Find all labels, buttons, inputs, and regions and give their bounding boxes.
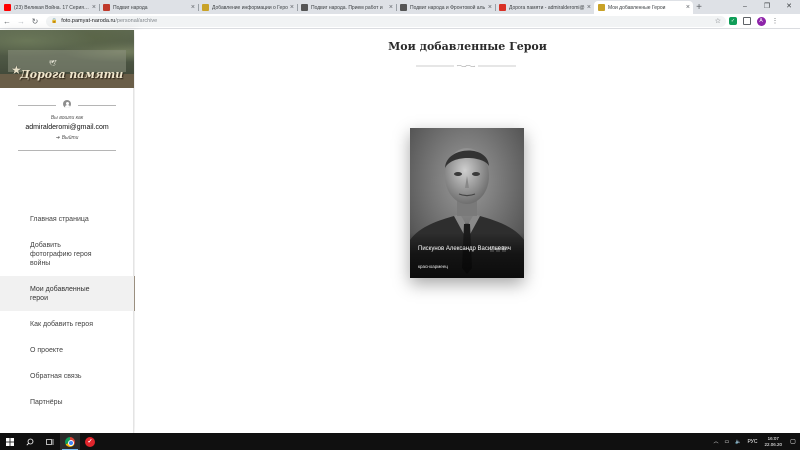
clock[interactable]: 16:07 22.06.20 (764, 436, 782, 448)
windows-start-icon[interactable] (0, 433, 20, 450)
clock-date: 22.06.20 (764, 441, 782, 447)
language-indicator[interactable]: РУС (747, 439, 757, 445)
extension-box-icon[interactable] (740, 14, 754, 28)
main-content: Мои добавленные Герои Пискунов Александр… (135, 30, 800, 433)
task-view-icon[interactable] (40, 433, 60, 450)
user-panel: Вы вошли как admiralderomi@gmail.com ➔ Вы… (0, 100, 134, 151)
tab-favicon-icon (499, 4, 506, 11)
tab-favicon-icon (400, 4, 407, 11)
tab-favicon-icon (4, 4, 11, 11)
page-title: Мои добавленные Герои (388, 40, 547, 53)
browser-toolbar: ← → ↻ 🔒 foto.pamyat-naroda.ru /personal/… (0, 14, 800, 29)
browser-tab[interactable]: Подвиг народа × (99, 1, 198, 14)
site-banner[interactable]: ★ 🕊 Дорога памяти (0, 30, 134, 88)
tab-title: Подвиг народа (113, 4, 148, 11)
tab-favicon-icon (103, 4, 110, 11)
browser-tab[interactable]: Подвиг народа и Фронтовой аль × (396, 1, 495, 14)
forward-icon[interactable]: → (14, 14, 28, 28)
hero-name: Пискунов Александр Васильевич (418, 246, 511, 252)
logout-link[interactable]: ➔ Выйти (0, 135, 134, 141)
sidebar: ★ 🕊 Дорога памяти Вы вошли как admiralde… (0, 30, 135, 433)
sidebar-menu-item[interactable]: О проекте (0, 337, 134, 363)
chrome-taskbar-icon[interactable] (60, 433, 80, 450)
tab-title: Подвиг народа и Фронтовой аль (410, 4, 486, 11)
taskbar: ✓ ︿ ▭ 🔈 РУС 16:07 22.06.20 ▢ (0, 433, 800, 450)
tab-title: Дорога памяти - admiralderomi@ (509, 4, 585, 11)
tab-close-icon[interactable]: × (686, 4, 690, 11)
sidebar-menu-item[interactable]: Партнёры (0, 389, 134, 415)
browser-tab[interactable]: Мои добавленные Герои × (594, 1, 693, 14)
dove-icon: 🕊 (49, 61, 57, 67)
tab-close-icon[interactable]: × (389, 4, 393, 11)
title-ornament (416, 64, 516, 68)
tab-favicon-icon (598, 4, 605, 11)
tab-favicon-icon (202, 4, 209, 11)
sidebar-menu-item[interactable]: Добавить фотографию героя войны (0, 232, 134, 276)
tab-title: Мои добавленные Герои (608, 4, 666, 11)
user-divider-bottom (18, 150, 116, 151)
tab-close-icon[interactable]: × (92, 4, 96, 11)
browser-tab[interactable]: (23) Великая Война. 17 Серия. Ка × (0, 1, 99, 14)
restore-icon[interactable]: ❐ (756, 0, 778, 12)
opera-taskbar-icon[interactable]: ✓ (80, 433, 100, 450)
lock-icon: 🔒 (51, 18, 58, 24)
reload-icon[interactable]: ↻ (28, 14, 42, 28)
site-logo: Дорога памяти (20, 68, 124, 81)
tab-close-icon[interactable]: × (488, 4, 492, 11)
tab-list: (23) Великая Война. 17 Серия. Ка × Подвиг … (0, 0, 693, 14)
sidebar-menu-item[interactable]: Как добавить героя (0, 311, 134, 337)
user-icon (63, 100, 71, 108)
tab-close-icon[interactable]: × (191, 4, 195, 11)
close-icon[interactable]: ✕ (778, 0, 800, 12)
volume-icon[interactable]: 🔈 (735, 439, 741, 445)
sidebar-menu-item[interactable]: Мои добавленные герои (0, 276, 135, 311)
logout-label: Выйти (61, 135, 79, 141)
notifications-icon[interactable]: ▢ (786, 433, 800, 450)
hero-caption-overlay (410, 233, 524, 278)
tab-close-icon[interactable]: × (587, 4, 591, 11)
address-bar[interactable]: 🔒 foto.pamyat-naroda.ru /personal/archiv… (46, 15, 726, 27)
login-as-label: Вы вошли как (50, 115, 84, 121)
tab-title: (23) Великая Война. 17 Серия. Ка (14, 4, 90, 11)
profile-avatar[interactable]: A (754, 14, 768, 28)
browser-tab[interactable]: Добавление информации о Геро × (198, 1, 297, 14)
window-controls: – ❐ ✕ (734, 0, 800, 12)
new-tab-button[interactable]: + (693, 1, 705, 14)
tab-title: Добавление информации о Геро (212, 4, 288, 11)
network-icon[interactable]: ▭ (724, 439, 729, 445)
minimize-icon[interactable]: – (734, 0, 756, 12)
hero-card[interactable]: Пискунов Александр Васильевич красноармее… (410, 128, 524, 278)
extension-shield-icon[interactable]: ✓ (726, 14, 740, 28)
browser-menu-icon[interactable]: ⋮ (768, 14, 782, 28)
user-divider (18, 100, 116, 110)
browser-tab[interactable]: Дорога памяти - admiralderomi@ × (495, 1, 594, 14)
url-path: /personal/archive (115, 18, 158, 24)
bookmark-star-icon[interactable]: ☆ (715, 17, 721, 25)
tab-close-icon[interactable]: × (290, 4, 294, 11)
logout-arrow-icon: ➔ (55, 135, 60, 141)
browser-tab-strip: (23) Великая Война. 17 Серия. Ка × Подвиг … (0, 0, 800, 14)
tab-title: Подвиг народа. Прием работ и (311, 4, 383, 11)
tab-favicon-icon (301, 4, 308, 11)
url-host: foto.pamyat-naroda.ru (61, 18, 116, 24)
back-icon[interactable]: ← (0, 14, 14, 28)
hero-rank: красноармеец (418, 264, 448, 269)
browser-tab[interactable]: Подвиг народа. Прием работ и × (297, 1, 396, 14)
sidebar-menu-item[interactable]: Обратная связь (0, 363, 134, 389)
system-tray: ︿ ▭ 🔈 РУС 16:07 22.06.20 ▢ (710, 433, 800, 450)
user-email: admiralderomi@gmail.com (25, 124, 109, 131)
sidebar-menu-item[interactable]: Главная страница (0, 206, 134, 232)
tray-chevron-icon[interactable]: ︿ (713, 438, 718, 445)
search-icon[interactable] (20, 433, 40, 450)
sidebar-menu: Главная страница Добавить фотографию геро… (0, 206, 135, 415)
